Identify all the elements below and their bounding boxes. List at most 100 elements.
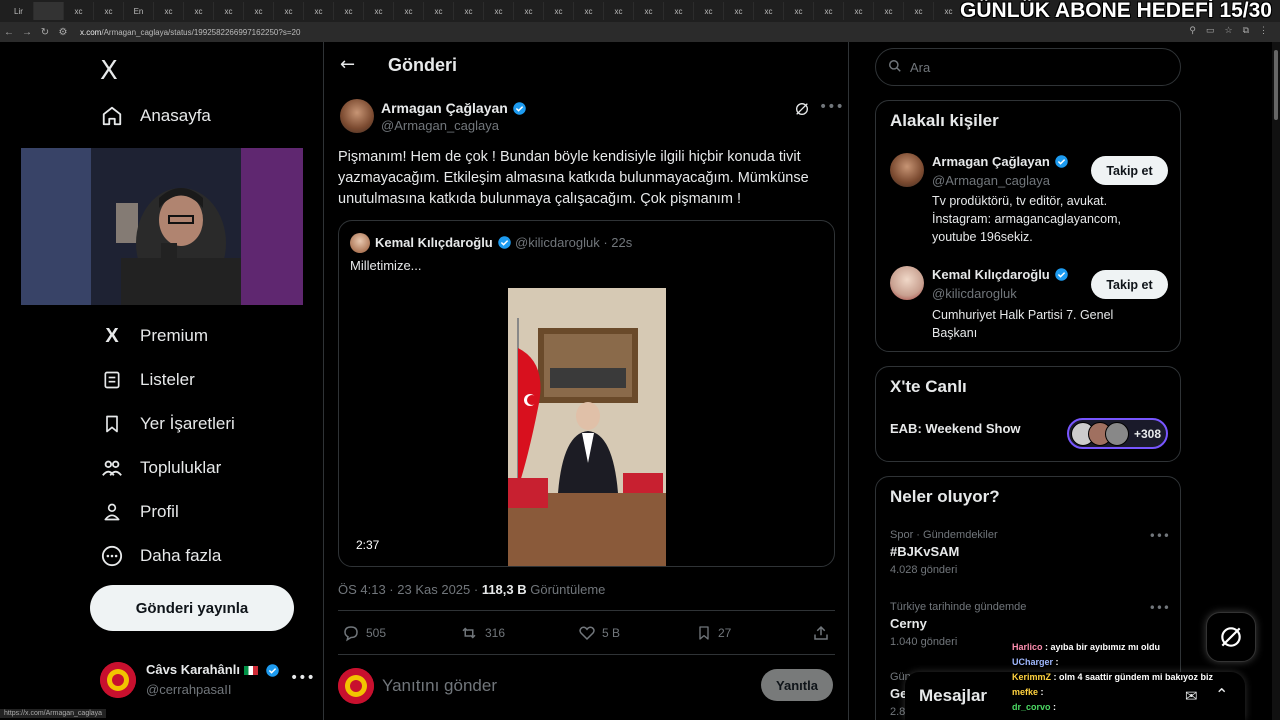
repost-icon <box>459 624 479 642</box>
browser-tab[interactable]: xc <box>634 2 664 20</box>
author-avatar[interactable] <box>340 99 374 133</box>
repost-action[interactable]: 316 <box>459 624 505 642</box>
search-box[interactable] <box>875 48 1181 86</box>
browser-tab[interactable]: xc <box>604 2 634 20</box>
sidebar-item-home[interactable]: Anasayfa <box>100 102 211 130</box>
communities-icon <box>100 456 124 480</box>
back-arrow-icon[interactable]: ← <box>340 54 355 75</box>
star-icon[interactable]: ☆ <box>1224 25 1232 36</box>
browser-tab[interactable]: xc <box>304 2 334 20</box>
tweet-author-name[interactable]: Armagan Çağlayan <box>381 100 527 116</box>
person-name[interactable]: Armagan Çağlayan <box>932 154 1069 169</box>
chat-username: UCharger <box>1012 657 1054 667</box>
divider <box>338 654 835 655</box>
tweet-more-icon[interactable]: ••• <box>819 99 844 115</box>
browser-tab[interactable]: xc <box>664 2 694 20</box>
divider <box>338 610 835 611</box>
reply-button[interactable]: Yanıtla <box>761 669 833 701</box>
sidebar-item-profile[interactable]: Profil <box>100 498 179 526</box>
views-count[interactable]: 118,3 B <box>482 582 527 597</box>
browser-tab[interactable]: xc <box>544 2 574 20</box>
account-switcher[interactable]: Câvs Karahânlı @cerrahpasaII ••• <box>100 662 315 702</box>
avatar[interactable] <box>890 153 924 187</box>
browser-tab[interactable]: xc <box>814 2 844 20</box>
avatar[interactable] <box>890 266 924 300</box>
browser-tab[interactable]: xc <box>514 2 544 20</box>
avatar <box>100 662 136 698</box>
sidebar-item-more[interactable]: Daha fazla <box>100 542 221 570</box>
list-icon <box>100 368 124 392</box>
chat-text: : <box>1038 687 1044 697</box>
chat-text: : olm 4 saattir gündem mi bakıyoz biz <box>1051 672 1214 682</box>
cast-icon[interactable]: ▭ <box>1206 25 1215 36</box>
browser-tab[interactable]: xc <box>724 2 754 20</box>
browser-reload-icon[interactable]: ↻ <box>36 27 54 38</box>
sidebar-item-premium[interactable]: X Premium <box>100 322 208 350</box>
reply-action[interactable]: 505 <box>342 624 386 642</box>
sidebar-item-bookmarks[interactable]: Yer İşaretleri <box>100 410 235 438</box>
like-action[interactable]: 5 B <box>578 624 620 642</box>
quoted-tweet[interactable]: Kemal Kılıçdaroğlu @kilicdarogluk · 22s … <box>338 220 835 567</box>
browser-tab[interactable]: xc <box>334 2 364 20</box>
follow-button[interactable]: Takip et <box>1091 156 1168 185</box>
x-logo-icon[interactable]: X <box>100 56 118 86</box>
extensions-icon[interactable]: ⧉ <box>1243 25 1249 36</box>
browser-tab[interactable]: xc <box>64 2 94 20</box>
reply-avatar <box>338 668 374 704</box>
browser-tab[interactable]: xc <box>274 2 304 20</box>
status-bar-url: https://x.com/Armagan_caglaya <box>0 709 107 718</box>
browser-tab[interactable]: Lir <box>4 2 34 20</box>
post-button[interactable]: Gönderi yayınla <box>90 585 294 631</box>
browser-back-icon[interactable]: ← <box>0 27 18 38</box>
quoted-tweet-text: Milletimize... <box>350 258 422 273</box>
chat-username: dr_corvo <box>1012 702 1051 712</box>
chat-message: KerimmZ : olm 4 saattir gündem mi bakıyo… <box>1012 670 1252 685</box>
browser-tab[interactable] <box>34 2 64 20</box>
trend-item[interactable]: Spor · Gündemdekiler #BJKvSAM 4.028 gönd… <box>890 529 1170 576</box>
search-input[interactable] <box>910 59 1150 75</box>
grok-icon[interactable] <box>794 101 810 121</box>
trend-more-icon[interactable]: ••• <box>1149 529 1170 543</box>
menu-icon[interactable]: ⋮ <box>1259 25 1268 36</box>
browser-tab[interactable]: xc <box>94 2 124 20</box>
browser-tab[interactable]: xc <box>454 2 484 20</box>
browser-tab[interactable]: xc <box>484 2 514 20</box>
share-action[interactable] <box>812 624 836 642</box>
sidebar-item-label: Daha fazla <box>140 546 222 565</box>
sidebar-item-communities[interactable]: Topluluklar <box>100 454 221 482</box>
browser-tab[interactable]: xc <box>244 2 274 20</box>
bookmark-action[interactable]: 27 <box>696 624 731 642</box>
browser-tab[interactable]: xc <box>394 2 424 20</box>
follow-button[interactable]: Takip et <box>1091 270 1168 299</box>
browser-tab[interactable]: En <box>124 2 154 20</box>
zoom-icon[interactable]: ⚲ <box>1189 25 1196 36</box>
sidebar-item-lists[interactable]: Listeler <box>100 366 195 394</box>
tweet-author-handle[interactable]: @Armagan_caglaya <box>381 118 499 133</box>
person-name[interactable]: Kemal Kılıçdaroğlu <box>932 267 1069 282</box>
main-column: ← Gönderi Armagan Çağlayan @Armagan_cagl… <box>323 42 849 720</box>
browser-forward-icon[interactable]: → <box>18 27 36 38</box>
sidebar-item-label: Topluluklar <box>140 458 222 477</box>
browser-tab[interactable]: xc <box>424 2 454 20</box>
scrollbar-thumb[interactable] <box>1274 50 1278 120</box>
site-info-icon[interactable]: ⚙ <box>54 27 72 38</box>
browser-tab[interactable]: xc <box>874 2 904 20</box>
browser-tab[interactable]: xc <box>844 2 874 20</box>
browser-tab[interactable]: xc <box>904 2 934 20</box>
scrollbar[interactable] <box>1272 42 1280 720</box>
account-more-icon[interactable]: ••• <box>290 670 315 686</box>
browser-tab[interactable]: xc <box>214 2 244 20</box>
reply-input[interactable]: Yanıtını gönder <box>382 676 497 696</box>
trend-more-icon[interactable]: ••• <box>1149 601 1170 615</box>
url-field[interactable]: x.com/Armagan_caglaya/status/19925822669… <box>80 28 300 37</box>
video-player[interactable] <box>508 288 666 566</box>
browser-tab[interactable]: xc <box>364 2 394 20</box>
live-listeners-pill[interactable]: +308 <box>1067 418 1168 449</box>
browser-tab[interactable]: xc <box>754 2 784 20</box>
browser-tab[interactable]: xc <box>694 2 724 20</box>
browser-tab[interactable]: xc <box>154 2 184 20</box>
browser-tab[interactable]: xc <box>184 2 214 20</box>
live-show-title[interactable]: EAB: Weekend Show <box>890 421 1021 436</box>
browser-tab[interactable]: xc <box>784 2 814 20</box>
browser-tab[interactable]: xc <box>574 2 604 20</box>
